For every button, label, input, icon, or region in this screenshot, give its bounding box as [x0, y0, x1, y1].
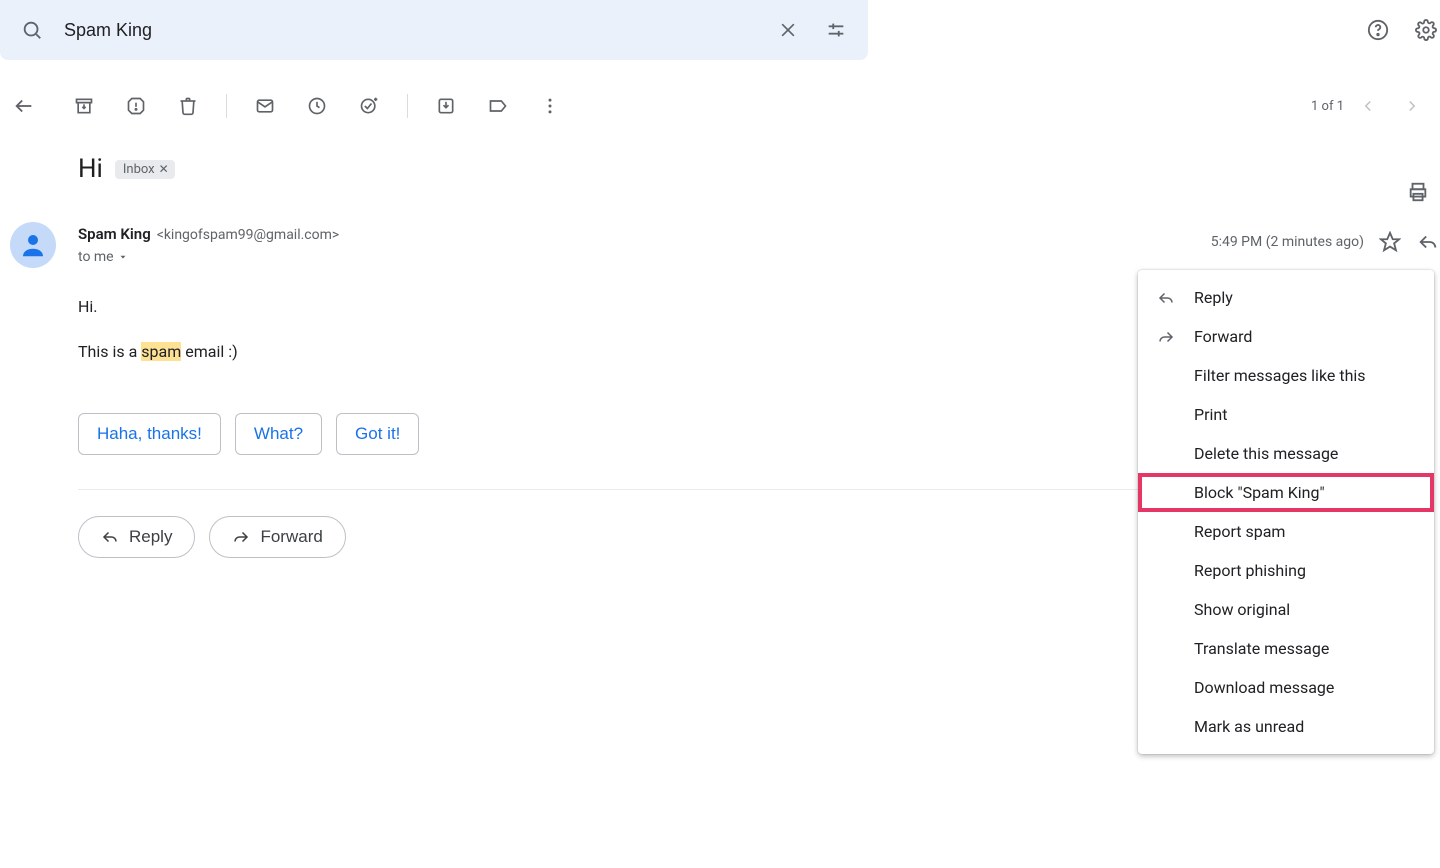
- next-page-icon[interactable]: [1392, 86, 1432, 126]
- move-to-icon[interactable]: [426, 86, 466, 126]
- menu-delete[interactable]: Delete this message: [1138, 434, 1434, 473]
- reply-arrow-icon: [101, 528, 119, 546]
- mark-unread-icon[interactable]: [245, 86, 285, 126]
- body-text-segment: email :): [181, 342, 237, 361]
- report-spam-icon[interactable]: [116, 86, 156, 126]
- message-more-menu: Reply Forward Filter messages like this …: [1138, 270, 1434, 754]
- menu-forward[interactable]: Forward: [1138, 317, 1434, 356]
- snooze-icon[interactable]: [297, 86, 337, 126]
- sender-email: <kingofspam99@gmail.com>: [157, 227, 340, 243]
- menu-report-spam[interactable]: Report spam: [1138, 512, 1434, 551]
- labels-icon[interactable]: [478, 86, 518, 126]
- message-toolbar: 1 of 1: [0, 78, 1440, 134]
- menu-item-label: Filter messages like this: [1194, 366, 1366, 385]
- menu-block-sender[interactable]: Block "Spam King": [1138, 473, 1434, 512]
- clear-search-icon[interactable]: [764, 6, 812, 54]
- menu-item-label: Forward: [1194, 327, 1252, 346]
- menu-item-label: Report spam: [1194, 522, 1285, 541]
- search-input[interactable]: [56, 20, 764, 41]
- toolbar-separator: [226, 94, 227, 118]
- pagination: 1 of 1: [1311, 86, 1432, 126]
- menu-item-label: Mark as unread: [1194, 717, 1304, 736]
- search-icon[interactable]: [8, 6, 56, 54]
- smart-reply-button[interactable]: Got it!: [336, 413, 419, 455]
- recipient-label: to me: [78, 249, 114, 265]
- menu-filter[interactable]: Filter messages like this: [1138, 356, 1434, 395]
- smart-reply-button[interactable]: Haha, thanks!: [78, 413, 221, 455]
- inbox-label-chip[interactable]: Inbox ✕: [115, 160, 175, 179]
- menu-item-label: Download message: [1194, 678, 1334, 697]
- search-options-icon[interactable]: [812, 6, 860, 54]
- reply-button-label: Reply: [129, 527, 172, 547]
- menu-translate[interactable]: Translate message: [1138, 629, 1434, 668]
- menu-item-label: Show original: [1194, 600, 1290, 619]
- message-subject: Hi: [78, 154, 103, 184]
- reply-icon[interactable]: [1416, 222, 1440, 262]
- menu-item-label: Print: [1194, 405, 1227, 424]
- more-icon[interactable]: [530, 86, 570, 126]
- body-text-segment: This is a: [78, 342, 141, 361]
- label-chip-text: Inbox: [123, 162, 155, 177]
- forward-button-label: Forward: [260, 527, 322, 547]
- menu-item-label: Block "Spam King": [1194, 483, 1325, 502]
- smart-reply-button[interactable]: What?: [235, 413, 322, 455]
- forward-arrow-icon: [232, 528, 250, 546]
- sender-name: Spam King: [78, 225, 151, 243]
- forward-arrow-icon: [1156, 328, 1176, 346]
- reply-arrow-icon: [1156, 289, 1176, 307]
- menu-mark-unread[interactable]: Mark as unread: [1138, 707, 1434, 746]
- archive-icon[interactable]: [64, 86, 104, 126]
- remove-label-icon[interactable]: ✕: [159, 162, 169, 176]
- sender-avatar[interactable]: [10, 222, 56, 268]
- show-details-icon[interactable]: [118, 252, 128, 262]
- menu-reply[interactable]: Reply: [1138, 278, 1434, 317]
- star-icon[interactable]: [1378, 222, 1402, 262]
- menu-item-label: Reply: [1194, 288, 1233, 307]
- forward-button[interactable]: Forward: [209, 516, 345, 558]
- menu-print[interactable]: Print: [1138, 395, 1434, 434]
- settings-gear-icon[interactable]: [1406, 10, 1440, 50]
- menu-show-original[interactable]: Show original: [1138, 590, 1434, 629]
- delete-icon[interactable]: [168, 86, 208, 126]
- menu-item-label: Translate message: [1194, 639, 1329, 658]
- menu-report-phishing[interactable]: Report phishing: [1138, 551, 1434, 590]
- search-bar: [0, 0, 868, 60]
- print-icon[interactable]: [1398, 172, 1438, 212]
- prev-page-icon[interactable]: [1348, 86, 1388, 126]
- toolbar-separator: [407, 94, 408, 118]
- menu-item-label: Delete this message: [1194, 444, 1338, 463]
- help-icon[interactable]: [1358, 10, 1398, 50]
- back-icon[interactable]: [4, 86, 44, 126]
- menu-item-label: Report phishing: [1194, 561, 1306, 580]
- reply-button[interactable]: Reply: [78, 516, 195, 558]
- highlighted-text: spam: [141, 342, 181, 361]
- add-task-icon[interactable]: [349, 86, 389, 126]
- pagination-label: 1 of 1: [1311, 99, 1344, 114]
- message-timestamp: 5:49 PM (2 minutes ago): [1211, 234, 1364, 250]
- menu-download[interactable]: Download message: [1138, 668, 1434, 707]
